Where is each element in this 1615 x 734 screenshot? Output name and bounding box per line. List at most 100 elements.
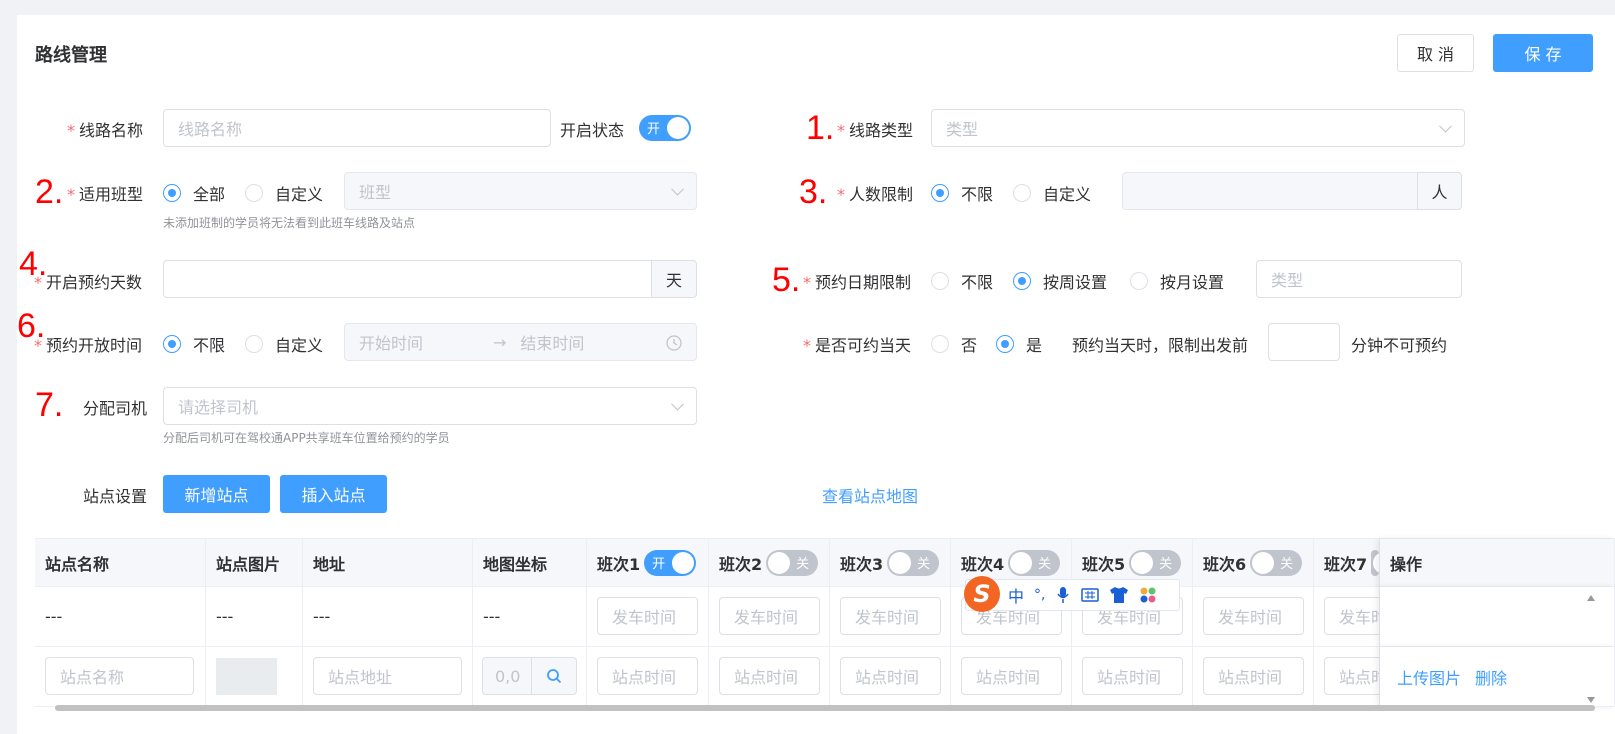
date-limit-weekly-radio[interactable]: 按周设置: [1013, 269, 1107, 293]
driver-label: 分配司机: [83, 399, 148, 418]
row2-shift-5-time-input[interactable]: 站点时间: [1082, 657, 1183, 695]
people-limit-custom-radio[interactable]: 自定义: [1013, 181, 1091, 205]
delete-link[interactable]: 删除: [1475, 665, 1507, 689]
skin-icon[interactable]: [1109, 586, 1129, 604]
row2-address-input[interactable]: 站点地址: [313, 657, 462, 695]
date-limit-unlimited-radio[interactable]: 不限: [931, 269, 993, 293]
same-day-minutes-input[interactable]: [1268, 323, 1340, 361]
row1-shift-3-depart-input[interactable]: 发车时间: [840, 597, 941, 635]
shift-4-switch[interactable]: 关: [1008, 549, 1061, 576]
toolbox-icon[interactable]: [1139, 586, 1157, 604]
route-type-label: * 线路类型: [837, 121, 914, 140]
ime-punctuation-mode[interactable]: °,: [1034, 587, 1045, 603]
row2-shift-1-time-input[interactable]: 站点时间: [597, 657, 698, 695]
coordinate-search-button[interactable]: [531, 657, 577, 695]
row2-shift-3-time-input[interactable]: 站点时间: [840, 657, 941, 695]
end-time-placeholder: 结束时间: [520, 334, 585, 353]
date-limit-monthly-radio[interactable]: 按月设置: [1130, 269, 1224, 293]
view-station-map-link[interactable]: 查看站点地图: [822, 483, 918, 507]
class-type-label: * 适用班型: [67, 185, 144, 204]
date-limit-type-input[interactable]: 类型: [1256, 260, 1462, 298]
open-time-custom-radio[interactable]: 自定义: [245, 332, 323, 356]
same-day-yes-radio[interactable]: 是: [996, 332, 1042, 356]
marker-2: 2.: [35, 173, 64, 211]
class-type-custom-radio[interactable]: 自定义: [245, 181, 323, 205]
booking-days-label: * 开启预约天数: [34, 273, 143, 292]
shift-5-switch[interactable]: 关: [1129, 549, 1182, 576]
route-name-input[interactable]: 线路名称: [163, 109, 551, 147]
ime-chinese-mode[interactable]: 中: [1008, 583, 1024, 607]
save-button[interactable]: 保 存: [1493, 34, 1593, 72]
row1-station-image: ---: [206, 587, 303, 647]
open-time-range: 开始时间 → 结束时间: [344, 323, 697, 361]
date-limit-label: * 预约日期限制: [803, 273, 912, 292]
shift-1-switch[interactable]: 开: [644, 549, 697, 576]
shift-6-switch[interactable]: 关: [1250, 549, 1303, 576]
row2-shift-4-cell: 站点时间: [951, 647, 1072, 707]
open-time-unlimited-radio[interactable]: 不限: [163, 332, 225, 356]
shift-2-switch[interactable]: 关: [766, 549, 819, 576]
route-management-card: 路线管理 取 消 保 存 * 线路名称 线路名称 开启状态 开 1. * 线路类型 …: [17, 15, 1615, 734]
booking-days-input[interactable]: [163, 260, 652, 298]
header-station-image: 站点图片: [206, 539, 303, 587]
keyboard-icon[interactable]: [1081, 588, 1100, 602]
row1-station-name: ---: [35, 587, 206, 647]
row2-station-name-input[interactable]: 站点名称: [45, 657, 194, 695]
row1-shift-1-depart-input[interactable]: 发车时间: [597, 597, 698, 635]
add-station-button[interactable]: 新增站点: [163, 475, 270, 513]
row2-shift-7-time-input[interactable]: 站点时间: [1324, 657, 1379, 695]
row1-shift-7-cell: 发车时间: [1314, 587, 1380, 647]
cancel-button[interactable]: 取 消: [1397, 34, 1474, 72]
vertical-scrollbar[interactable]: [1585, 587, 1597, 707]
row1-shift-1-cell: 发车时间: [587, 587, 709, 647]
chevron-down-icon: [671, 182, 684, 196]
row1-shift-2-depart-input[interactable]: 发车时间: [719, 597, 820, 635]
ime-logo-icon[interactable]: S: [964, 576, 1000, 612]
booking-days-unit: 天: [651, 260, 697, 298]
station-image-thumbnail[interactable]: [216, 658, 277, 695]
header-coordinates: 地图坐标: [473, 539, 587, 587]
same-day-no-radio[interactable]: 否: [931, 332, 977, 356]
people-unit: 人: [1417, 172, 1462, 210]
row1-shift-7-depart-input[interactable]: 发车时间: [1324, 597, 1379, 635]
row2-shift-6-time-input[interactable]: 站点时间: [1203, 657, 1304, 695]
row2-shift-4-time-input[interactable]: 站点时间: [961, 657, 1062, 695]
header-address: 地址: [303, 539, 473, 587]
route-type-select[interactable]: 类型: [931, 109, 1465, 147]
shift-7-switch[interactable]: [1371, 549, 1379, 576]
row2-station-name-cell: 站点名称: [35, 647, 206, 707]
status-switch[interactable]: 开: [639, 115, 691, 141]
clock-icon: [666, 335, 682, 351]
row2-address-cell: 站点地址: [303, 647, 473, 707]
class-type-hint: 未添加班制的学员将无法看到此班车线路及站点: [163, 216, 416, 230]
insert-station-button[interactable]: 插入站点: [280, 475, 387, 513]
ime-toolbar[interactable]: S 中 °,: [964, 576, 1180, 612]
row2-shift-7-cell: 站点时间: [1314, 647, 1380, 707]
microphone-icon[interactable]: [1057, 586, 1070, 604]
same-day-suffix: 分钟不可预约: [1351, 336, 1448, 355]
class-type-select: 班型: [344, 172, 697, 210]
row2-shift-5-cell: 站点时间: [1072, 647, 1193, 707]
people-limit-unlimited-radio[interactable]: 不限: [931, 181, 993, 205]
class-type-all-radio[interactable]: 全部: [163, 181, 225, 205]
marker-7: 7.: [35, 386, 64, 424]
upload-image-link[interactable]: 上传图片: [1397, 665, 1461, 689]
row1-coordinates: ---: [473, 587, 587, 647]
header-station-name: 站点名称: [35, 539, 206, 587]
open-time-label: * 预约开放时间: [34, 336, 143, 355]
shift-3-switch[interactable]: 关: [887, 549, 940, 576]
marker-3: 3.: [799, 173, 828, 211]
horizontal-scrollbar[interactable]: [55, 705, 1595, 711]
start-time-placeholder: 开始时间: [359, 334, 424, 353]
row2-station-image-cell: [206, 647, 303, 707]
row2-shift-2-cell: 站点时间: [709, 647, 830, 707]
row1-shift-6-depart-input[interactable]: 发车时间: [1203, 597, 1304, 635]
scroll-up-icon[interactable]: [1587, 595, 1595, 601]
driver-select[interactable]: 请选择司机: [163, 387, 697, 425]
chevron-down-icon: [1439, 119, 1452, 133]
row2-shift-2-time-input[interactable]: 站点时间: [719, 657, 820, 695]
driver-hint: 分配后司机可在驾校通APP共享班车位置给预约的学员: [163, 431, 450, 445]
scroll-down-icon[interactable]: [1587, 697, 1595, 703]
people-limit-input: [1122, 172, 1418, 210]
header-shift-6: 班次6 关: [1193, 539, 1314, 587]
